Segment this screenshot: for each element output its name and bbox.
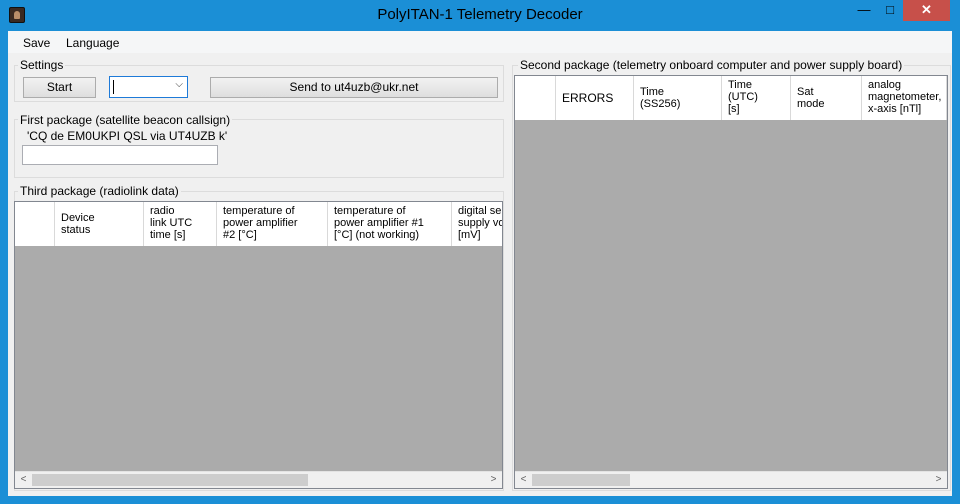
column-header[interactable]: Time (UTC) [s] xyxy=(722,76,791,120)
grid-header: ERRORS Time (SS256) Time (UTC) [s] Sat m… xyxy=(515,76,947,120)
beacon-callsign-text: 'CQ de EM0UKPI QSL via UT4UZB k' xyxy=(27,129,228,143)
close-icon[interactable]: ✕ xyxy=(903,0,950,21)
menu-bar xyxy=(8,31,952,53)
menu-language[interactable]: Language xyxy=(66,36,119,50)
start-button[interactable]: Start xyxy=(23,77,96,98)
grid-header: Device status radio link UTC time [s] te… xyxy=(15,202,502,246)
column-header[interactable]: digital se supply vo [mV] xyxy=(452,202,502,246)
column-header[interactable]: temperature of power amplifier #1 [°C] (… xyxy=(328,202,452,246)
text-cursor xyxy=(113,80,114,94)
horizontal-scrollbar[interactable]: < > xyxy=(15,471,502,488)
port-combobox[interactable]: ⌵ xyxy=(109,76,188,98)
scroll-right-icon[interactable]: > xyxy=(930,472,947,488)
window-title: PolyITAN-1 Telemetry Decoder xyxy=(377,6,583,23)
column-header[interactable]: Time (SS256) xyxy=(634,76,722,120)
scroll-right-icon[interactable]: > xyxy=(485,472,502,488)
column-header[interactable]: analog magnetometer, x-axis [nTl] xyxy=(862,76,947,120)
column-header[interactable]: ERRORS xyxy=(556,76,634,120)
column-header[interactable]: radio link UTC time [s] xyxy=(144,202,217,246)
scroll-thumb[interactable] xyxy=(32,474,308,486)
scroll-thumb[interactable] xyxy=(532,474,630,486)
horizontal-scrollbar[interactable]: < > xyxy=(515,471,947,488)
second-package-label: Second package (telemetry onboard comput… xyxy=(518,58,905,72)
column-header[interactable]: Device status xyxy=(55,202,144,246)
row-header-corner xyxy=(515,76,556,120)
minimize-icon[interactable]: — xyxy=(851,0,877,21)
beacon-input[interactable] xyxy=(22,145,218,165)
second-package-grid[interactable]: ERRORS Time (SS256) Time (UTC) [s] Sat m… xyxy=(514,75,948,489)
chevron-down-icon[interactable]: ⌵ xyxy=(175,79,183,90)
column-header[interactable]: temperature of power amplifier #2 [°C] xyxy=(217,202,328,246)
maximize-icon[interactable]: □ xyxy=(877,0,903,21)
third-package-grid[interactable]: Device status radio link UTC time [s] te… xyxy=(14,201,503,489)
send-email-button[interactable]: Send to ut4uzb@ukr.net xyxy=(210,77,498,98)
scroll-left-icon[interactable]: < xyxy=(515,472,532,488)
scroll-left-icon[interactable]: < xyxy=(15,472,32,488)
menu-save[interactable]: Save xyxy=(23,36,50,50)
row-header-corner xyxy=(15,202,55,246)
column-header[interactable]: Sat mode xyxy=(791,76,862,120)
settings-label: Settings xyxy=(18,58,66,72)
third-package-label: Third package (radiolink data) xyxy=(18,184,181,198)
first-package-label: First package (satellite beacon callsign… xyxy=(18,113,233,127)
